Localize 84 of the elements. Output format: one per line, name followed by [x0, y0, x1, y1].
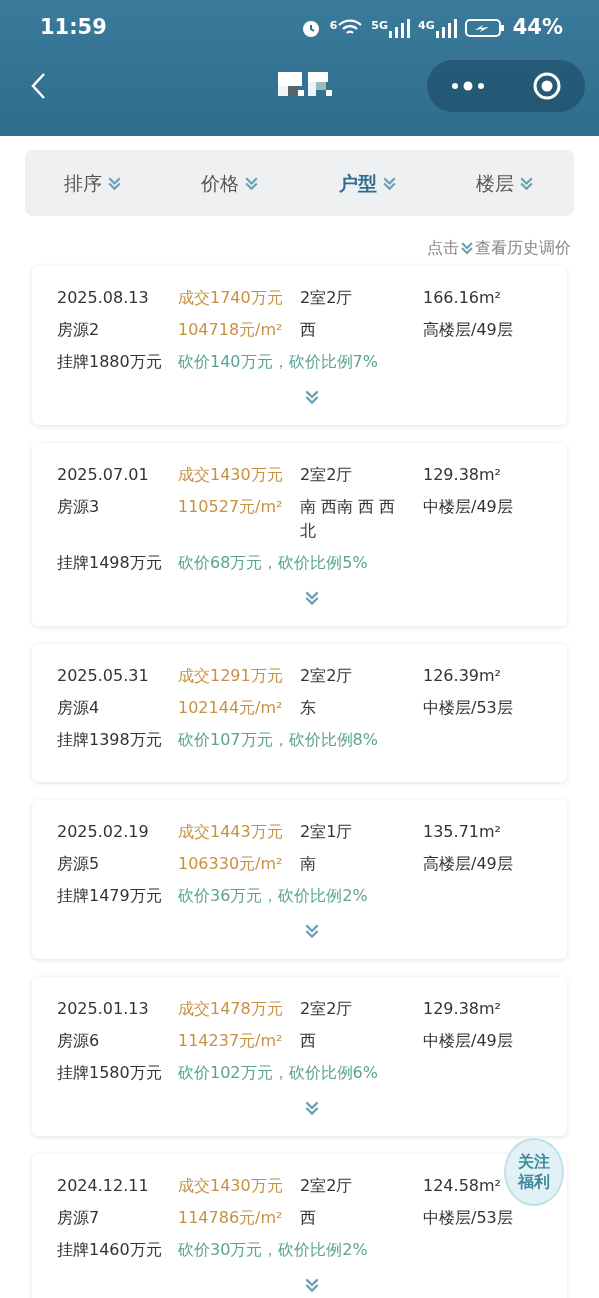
floor-area: 129.38m²	[423, 997, 501, 1021]
deal-price: 成交1740万元	[178, 287, 283, 309]
room-layout: 2室2厅	[300, 665, 353, 687]
expand-chevron-icon[interactable]	[303, 1099, 321, 1117]
record-date: 2025.08.13	[57, 287, 149, 309]
orientation-text: 西	[300, 1207, 317, 1229]
floor-level: 高楼层/49层	[423, 319, 513, 341]
floor-area: 135.71m²	[423, 820, 501, 844]
network-label: 6	[329, 18, 338, 34]
listing-source: 房源2	[57, 319, 100, 341]
deal-price: 成交1291万元	[178, 665, 283, 687]
floor-level: 高楼层/49层	[423, 853, 513, 875]
clock-time: 11:59	[40, 14, 107, 42]
listing-source: 房源6	[57, 1030, 100, 1052]
room-layout: 2室2厅	[300, 998, 353, 1020]
room-layout: 2室2厅	[300, 287, 353, 309]
unit-price: 114786元/m²	[178, 1207, 283, 1229]
double-chevron-icon	[459, 240, 475, 256]
listing-source: 房源7	[57, 1207, 100, 1229]
floor-level: 中楼层/49层	[423, 496, 513, 518]
deal-price: 成交1430万元	[178, 1175, 283, 1197]
deal-price: 成交1478万元	[178, 998, 283, 1020]
record-date: 2025.07.01	[57, 464, 149, 486]
filter-tab[interactable]: 楼层	[475, 168, 535, 198]
expand-chevron-icon[interactable]	[303, 589, 321, 607]
listing-price: 挂牌1460万元	[57, 1239, 162, 1261]
listing-source: 房源3	[57, 496, 100, 518]
signal-icon	[434, 18, 457, 38]
discount-text: 砍价30万元，砍价比例2%	[178, 1239, 368, 1261]
listing-price: 挂牌1880万元	[57, 351, 162, 373]
battery-percent: 44%	[512, 14, 563, 42]
listing-source: 房源5	[57, 853, 100, 875]
orientation-text: 西	[300, 1030, 317, 1052]
room-layout: 2室2厅	[300, 1175, 353, 1197]
network-label: 4G	[418, 18, 435, 34]
floor-level: 中楼层/53层	[423, 697, 513, 719]
deal-price: 成交1443万元	[178, 821, 283, 843]
hint-text: 查看历史调价	[475, 237, 571, 259]
orientation-text: 南 西南 西 西北	[300, 496, 397, 542]
listing-price: 挂牌1479万元	[57, 885, 162, 907]
battery-icon	[464, 18, 505, 38]
floor-level: 中楼层/53层	[423, 1207, 513, 1229]
record-date: 2025.02.19	[57, 821, 149, 843]
deal-price: 成交1430万元	[178, 464, 283, 486]
follow-benefits-button[interactable]: 关注 福利	[504, 1138, 564, 1206]
floor-area: 129.38m²	[423, 463, 501, 487]
listing-price: 挂牌1580万元	[57, 1062, 162, 1084]
filter-tab[interactable]: 排序	[64, 168, 124, 198]
unit-price: 104718元/m²	[178, 319, 283, 341]
discount-text: 砍价107万元，砍价比例8%	[178, 729, 378, 751]
record-date: 2025.01.13	[57, 998, 149, 1020]
unit-price: 110527元/m²	[178, 496, 283, 518]
back-icon[interactable]	[30, 72, 46, 100]
expand-chevron-icon[interactable]	[303, 1276, 321, 1294]
expand-chevron-icon[interactable]	[303, 388, 321, 406]
orientation-text: 南	[300, 853, 317, 875]
unit-price: 106330元/m²	[178, 853, 283, 875]
expand-chevron-icon[interactable]	[303, 922, 321, 940]
more-icon[interactable]	[450, 81, 485, 91]
record-date: 2024.12.11	[57, 1175, 149, 1197]
orientation-text: 西	[300, 319, 317, 341]
filter-tab[interactable]: 价格	[201, 168, 261, 198]
room-layout: 2室2厅	[300, 464, 353, 486]
discount-text: 砍价36万元，砍价比例2%	[178, 885, 368, 907]
unit-price: 114237元/m²	[178, 1030, 283, 1052]
close-target-icon[interactable]	[531, 71, 562, 101]
room-layout: 2室1厅	[300, 821, 353, 843]
floor-area: 124.58m²	[423, 1174, 501, 1198]
floor-area: 166.16m²	[423, 286, 501, 310]
unit-price: 102144元/m²	[178, 697, 283, 719]
floor-level: 中楼层/49层	[423, 1030, 513, 1052]
orientation-text: 东	[300, 697, 317, 719]
signal-icon	[388, 18, 411, 38]
discount-text: 砍价140万元，砍价比例7%	[178, 351, 378, 373]
listing-price: 挂牌1398万元	[57, 729, 162, 751]
listing-price: 挂牌1498万元	[57, 552, 162, 574]
record-date: 2025.05.31	[57, 665, 149, 687]
listing-source: 房源4	[57, 697, 100, 719]
filter-tab[interactable]: 户型	[338, 168, 398, 198]
hint-text: 点击	[427, 237, 459, 259]
discount-text: 砍价68万元，砍价比例5%	[178, 552, 368, 574]
discount-text: 砍价102万元，砍价比例6%	[178, 1062, 378, 1084]
network-label: 5G	[371, 18, 389, 34]
floor-area: 126.39m²	[423, 664, 501, 688]
